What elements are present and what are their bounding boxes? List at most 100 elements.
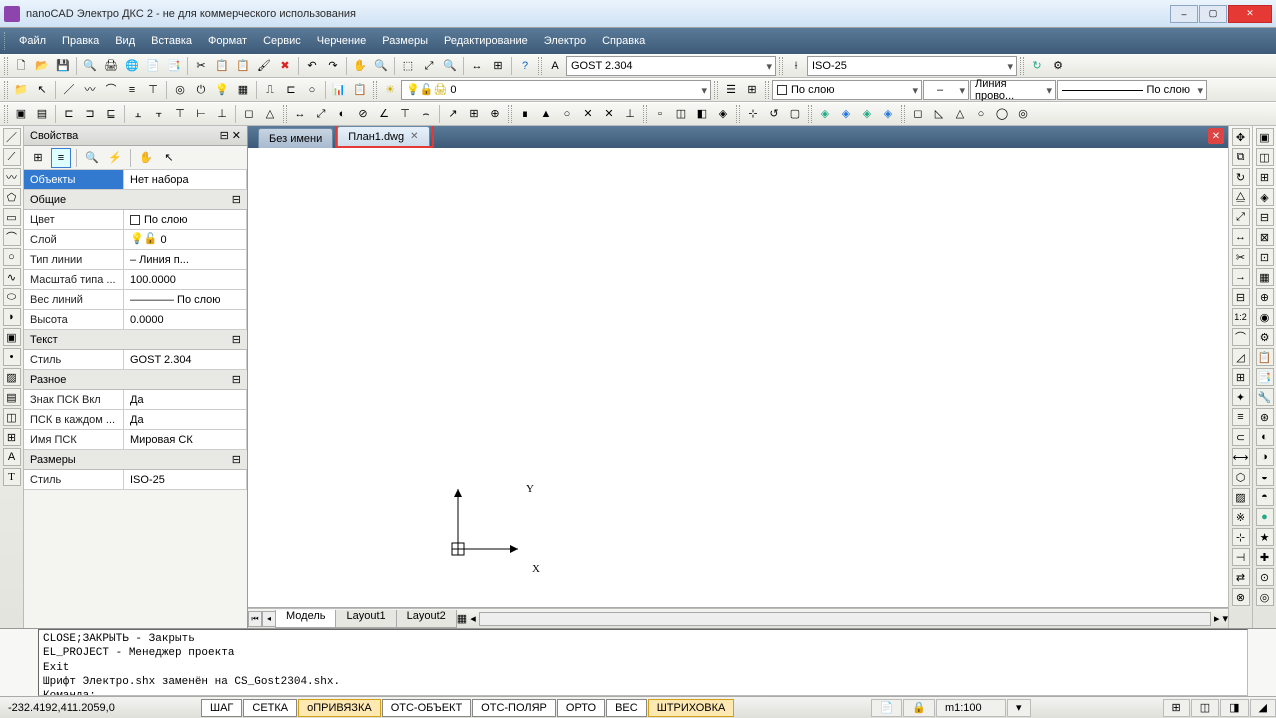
point-icon[interactable]: • <box>3 348 21 366</box>
dim-radius-icon[interactable]: ◐ <box>332 104 352 124</box>
prop-group-misc[interactable]: Разное⊟ <box>24 370 247 390</box>
status-ortho-toggle[interactable]: ОРТО <box>557 699 605 717</box>
pin-icon[interactable]: ⊟ <box>220 129 229 142</box>
minimize-button[interactable]: – <box>1170 5 1198 23</box>
paste-icon[interactable]: 📋 <box>233 56 253 76</box>
iso-ne-icon[interactable]: ◈ <box>857 104 877 124</box>
menu-electro[interactable]: Электро <box>536 32 594 50</box>
prop-ltscale-value[interactable]: 100.0000 <box>124 270 247 289</box>
canvas[interactable]: Y X <box>248 148 1228 608</box>
spec-icon[interactable]: 📋 <box>350 80 370 100</box>
overkill-icon[interactable]: ⊗ <box>1232 588 1250 606</box>
help-icon[interactable]: ? <box>515 56 535 76</box>
divide-icon[interactable]: ※ <box>1232 508 1250 526</box>
prop-tstyle-value[interactable]: GOST 2.304 <box>124 350 247 369</box>
doc-tab-plan1[interactable]: План1.dwg ✕ <box>337 126 429 146</box>
redo-icon[interactable]: ↷ <box>323 56 343 76</box>
extend-icon[interactable]: → <box>1232 268 1250 286</box>
lamp-icon[interactable]: 💡 <box>212 80 232 100</box>
reverse-icon[interactable]: ⇄ <box>1232 568 1250 586</box>
block-icon[interactable]: ▣ <box>11 104 31 124</box>
ucs-prev-icon[interactable]: ↺ <box>764 104 784 124</box>
prop-view1-icon[interactable]: ⊞ <box>28 148 48 168</box>
align-mid-icon[interactable]: ⊢ <box>191 104 211 124</box>
cut-icon[interactable]: ✂ <box>191 56 211 76</box>
align-center-icon[interactable]: ⊐ <box>80 104 100 124</box>
offset-icon[interactable]: ≡ <box>1232 408 1250 426</box>
zoom-realtime-icon[interactable]: 🔍 <box>440 56 460 76</box>
torus-icon[interactable]: ◎ <box>1013 104 1033 124</box>
ext-tool14-icon[interactable]: 🔧 <box>1256 388 1274 406</box>
align-top-icon[interactable]: ⊤ <box>170 104 190 124</box>
wedge-icon[interactable]: ◺ <box>929 104 949 124</box>
open-icon[interactable]: 📂 <box>32 56 52 76</box>
arc-icon[interactable]: ⌒ <box>3 228 21 246</box>
rectangle-icon[interactable]: ▭ <box>3 208 21 226</box>
iso-sw-icon[interactable]: ◈ <box>815 104 835 124</box>
status-lock-icon[interactable]: 🔒 <box>903 699 935 717</box>
h-scrollbar[interactable] <box>479 612 1211 626</box>
ext-tool15-icon[interactable]: ⊛ <box>1256 408 1274 426</box>
prop-ucsname-value[interactable]: Мировая СК <box>124 430 247 449</box>
line-tool-icon[interactable]: ／ <box>59 80 79 100</box>
chamfer-icon[interactable]: ◿ <box>1232 348 1250 366</box>
ext-tool2-icon[interactable]: ◫ <box>1256 148 1274 166</box>
table-icon[interactable]: ⊞ <box>3 428 21 446</box>
dim-aligned-icon[interactable]: ⤢ <box>311 104 331 124</box>
explode-icon[interactable]: ✦ <box>1232 388 1250 406</box>
status-lwt-toggle[interactable]: ВЕС <box>606 699 647 717</box>
prop-layer-value[interactable]: 💡🔓 0 <box>124 230 247 249</box>
ext-tool19-icon[interactable]: ◓ <box>1256 488 1274 506</box>
arc-tool-icon[interactable]: ⌒ <box>101 80 121 100</box>
rotate-icon[interactable]: ↻ <box>1232 168 1250 186</box>
color-combo[interactable]: По слою <box>772 80 922 100</box>
dim-ord-icon[interactable]: ⊤ <box>395 104 415 124</box>
close-button[interactable]: ✕ <box>1228 5 1272 23</box>
pan-icon[interactable]: ✋ <box>350 56 370 76</box>
menu-help[interactable]: Справка <box>594 32 653 50</box>
copy-icon[interactable]: 📋 <box>212 56 232 76</box>
cursor-icon[interactable]: ↖ <box>32 80 52 100</box>
textstyle-combo[interactable]: GOST 2.304 <box>566 56 776 76</box>
print-icon[interactable]: 🖨 <box>101 56 121 76</box>
prop-filter-icon[interactable]: 🔍 <box>82 148 102 168</box>
menu-view[interactable]: Вид <box>107 32 143 50</box>
region-icon[interactable]: ◫ <box>3 408 21 426</box>
status-coord2-icon[interactable]: ◫ <box>1191 699 1219 717</box>
ext-tool17-icon[interactable]: ◑ <box>1256 448 1274 466</box>
status-ptrack-toggle[interactable]: ОТС-ПОЛЯР <box>472 699 556 717</box>
align-right-icon[interactable]: ⊑ <box>101 104 121 124</box>
ucs-face-icon[interactable]: ▢ <box>785 104 805 124</box>
polyline-tool-icon[interactable]: 〰 <box>80 80 100 100</box>
tab-nav-prev-icon[interactable]: ◂ <box>262 611 276 627</box>
snap-perp-icon[interactable]: ⊥ <box>620 104 640 124</box>
stretch-icon[interactable]: ↔ <box>1232 228 1250 246</box>
ext-tool1-icon[interactable]: ▣ <box>1256 128 1274 146</box>
menu-dimensions[interactable]: Размеры <box>374 32 436 50</box>
text-icon[interactable]: T <box>3 468 21 486</box>
prop-objects-value[interactable]: Нет набора <box>124 170 247 189</box>
measure-icon[interactable]: ⊹ <box>1232 528 1250 546</box>
distance-icon[interactable]: ↔ <box>467 56 487 76</box>
view-front-icon[interactable]: ◫ <box>671 104 691 124</box>
hatch-icon[interactable]: ▨ <box>3 368 21 386</box>
prop-ltype-value[interactable]: – Линия п... <box>124 250 247 269</box>
undo-icon[interactable]: ↶ <box>302 56 322 76</box>
zoom-extents-icon[interactable]: ⤢ <box>419 56 439 76</box>
pedit-icon[interactable]: ⬡ <box>1232 468 1250 486</box>
prop-list-icon[interactable]: ≡ <box>51 148 71 168</box>
align-icon[interactable]: ⊣ <box>1232 548 1250 566</box>
layer-states-icon[interactable]: ⊞ <box>742 80 762 100</box>
ext-tool3-icon[interactable]: ⊞ <box>1256 168 1274 186</box>
dim-arc-icon[interactable]: ⌢ <box>416 104 436 124</box>
polyline-icon[interactable]: 〰 <box>3 168 21 186</box>
new-icon[interactable]: 🗋 <box>11 56 31 76</box>
socket-icon[interactable]: ◎ <box>170 80 190 100</box>
mtext-icon[interactable]: A <box>3 448 21 466</box>
layout-tab-model[interactable]: Модель <box>275 610 336 628</box>
menu-edit[interactable]: Правка <box>54 32 107 50</box>
prop-dstyle-value[interactable]: ISO-25 <box>124 470 247 489</box>
linetype-combo[interactable]: Линия прово... <box>970 80 1056 100</box>
prop-pan-icon[interactable]: ✋ <box>136 148 156 168</box>
mirror-icon[interactable]: ⧋ <box>1232 188 1250 206</box>
